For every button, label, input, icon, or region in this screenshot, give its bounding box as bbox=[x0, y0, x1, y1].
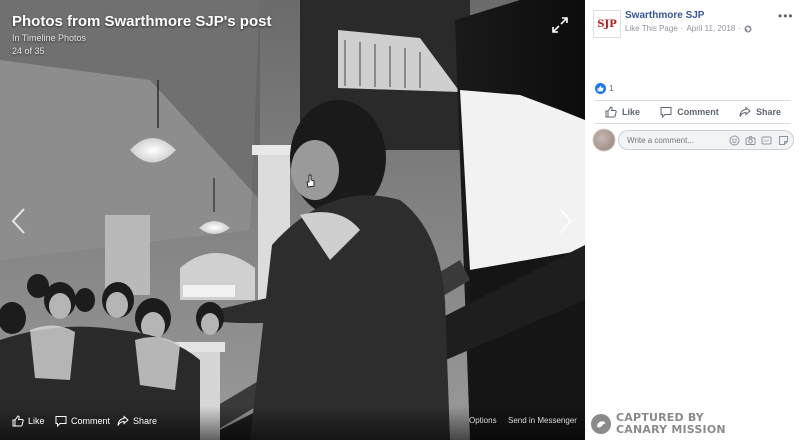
like-button[interactable]: Like bbox=[605, 106, 640, 118]
like-this-page-link[interactable]: Like This Page bbox=[625, 24, 678, 33]
comment-icon bbox=[55, 416, 67, 427]
emoji-icon[interactable] bbox=[729, 135, 740, 146]
post-panel: SJP Swarthmore SJP Like This Page · Apri… bbox=[585, 0, 800, 440]
gif-icon[interactable]: GIF bbox=[761, 135, 772, 146]
hand-cursor-icon bbox=[306, 174, 315, 188]
post-date[interactable]: April 11, 2018 bbox=[686, 24, 735, 33]
next-photo-arrow-icon[interactable] bbox=[554, 206, 576, 236]
share-icon bbox=[739, 106, 751, 117]
divider bbox=[595, 123, 791, 124]
watermark-text: CAPTURED BY CANARY MISSION bbox=[616, 412, 726, 436]
share-button[interactable]: Share bbox=[739, 106, 781, 118]
commenter-avatar bbox=[593, 129, 615, 151]
reaction-count: 1 bbox=[609, 84, 614, 93]
globe-icon[interactable] bbox=[744, 24, 752, 33]
previous-photo-arrow-icon[interactable] bbox=[8, 206, 30, 236]
like-reaction-icon bbox=[595, 83, 606, 94]
share-icon bbox=[117, 415, 129, 426]
watermark-line-2: CANARY MISSION bbox=[616, 423, 726, 436]
viewer-comment-button[interactable]: Comment bbox=[55, 415, 110, 427]
thumbs-up-icon bbox=[12, 415, 24, 427]
meta-separator: · bbox=[738, 24, 741, 33]
sticker-icon[interactable] bbox=[778, 135, 789, 146]
share-label: Share bbox=[755, 107, 781, 117]
camera-icon[interactable] bbox=[745, 135, 756, 146]
comment-button[interactable]: Comment bbox=[660, 106, 719, 118]
post-meta: Like This Page · April 11, 2018 · bbox=[625, 24, 752, 33]
page-avatar[interactable]: SJP bbox=[593, 10, 621, 38]
album-link[interactable]: In Timeline Photos bbox=[12, 33, 86, 43]
more-options-icon[interactable]: ••• bbox=[778, 9, 794, 23]
meta-separator: · bbox=[680, 24, 684, 33]
photo bbox=[0, 0, 585, 440]
comment-input[interactable] bbox=[627, 134, 727, 147]
post-actions: Like Comment Share bbox=[595, 101, 791, 123]
comment-box: GIF bbox=[618, 130, 794, 150]
expand-icon[interactable] bbox=[551, 16, 569, 34]
photo-viewer: Photos from Swarthmore SJP's post In Tim… bbox=[0, 0, 585, 440]
viewer-like-button[interactable]: Like bbox=[12, 415, 45, 427]
viewer-share-button[interactable]: Share bbox=[117, 415, 157, 427]
comment-icon bbox=[660, 107, 672, 118]
options-link[interactable]: Options bbox=[469, 416, 497, 425]
comment-label: Comment bbox=[677, 107, 719, 117]
canary-logo-icon bbox=[591, 414, 611, 434]
viewer-like-label: Like bbox=[28, 416, 45, 426]
send-in-messenger-link[interactable]: Send in Messenger bbox=[508, 416, 577, 425]
thumbs-up-icon bbox=[605, 106, 617, 118]
svg-text:GIF: GIF bbox=[763, 138, 769, 143]
like-label: Like bbox=[622, 107, 641, 117]
page-name-link[interactable]: Swarthmore SJP bbox=[625, 10, 704, 21]
avatar-logo-text: SJP bbox=[597, 18, 617, 30]
canary-mission-watermark: CAPTURED BY CANARY MISSION bbox=[591, 412, 726, 436]
viewer-title[interactable]: Photos from Swarthmore SJP's post bbox=[12, 13, 271, 30]
viewer-comment-label: Comment bbox=[71, 416, 111, 426]
photo-counter: 24 of 35 bbox=[12, 46, 45, 56]
viewer-share-label: Share bbox=[133, 416, 158, 426]
reactions-summary[interactable]: 1 bbox=[595, 83, 613, 94]
